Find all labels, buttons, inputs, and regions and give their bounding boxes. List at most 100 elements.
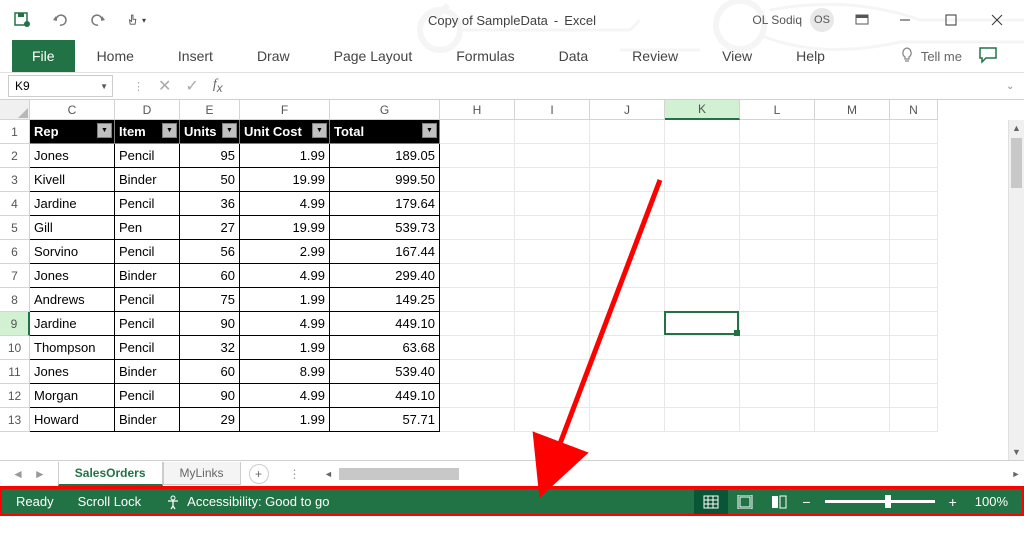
- tab-help[interactable]: Help: [774, 42, 847, 70]
- cell-H9[interactable]: [440, 312, 515, 336]
- scroll-thumb[interactable]: [1011, 138, 1022, 188]
- row-header-11[interactable]: 11: [0, 360, 30, 384]
- tab-data[interactable]: Data: [537, 42, 611, 70]
- cell-L3[interactable]: [740, 168, 815, 192]
- cell-K8[interactable]: [665, 288, 740, 312]
- cell-L6[interactable]: [740, 240, 815, 264]
- view-page-break-icon[interactable]: [762, 490, 796, 514]
- view-page-layout-icon[interactable]: [728, 490, 762, 514]
- cell-K2[interactable]: [665, 144, 740, 168]
- cell-K10[interactable]: [665, 336, 740, 360]
- cell-H5[interactable]: [440, 216, 515, 240]
- cell-D1[interactable]: Item▼: [115, 120, 180, 144]
- comments-icon[interactable]: [978, 46, 998, 67]
- cell-M1[interactable]: [815, 120, 890, 144]
- cell-F1[interactable]: Unit Cost▼: [240, 120, 330, 144]
- cell-M9[interactable]: [815, 312, 890, 336]
- cell-D3[interactable]: Binder: [115, 168, 180, 192]
- cell-H6[interactable]: [440, 240, 515, 264]
- cell-F12[interactable]: 4.99: [240, 384, 330, 408]
- cell-F11[interactable]: 8.99: [240, 360, 330, 384]
- row-header-10[interactable]: 10: [0, 336, 30, 360]
- cell-K1[interactable]: [665, 120, 740, 144]
- column-header-E[interactable]: E: [180, 100, 240, 120]
- cell-C5[interactable]: Gill: [30, 216, 115, 240]
- cell-E11[interactable]: 60: [180, 360, 240, 384]
- cell-L2[interactable]: [740, 144, 815, 168]
- cell-G13[interactable]: 57.71: [330, 408, 440, 432]
- cell-I1[interactable]: [515, 120, 590, 144]
- cell-J8[interactable]: [590, 288, 665, 312]
- chevron-down-icon[interactable]: ▼: [100, 82, 108, 91]
- cell-N12[interactable]: [890, 384, 938, 408]
- user-avatar[interactable]: OS: [810, 8, 834, 32]
- cell-C1[interactable]: Rep▼: [30, 120, 115, 144]
- cell-D6[interactable]: Pencil: [115, 240, 180, 264]
- cell-E7[interactable]: 60: [180, 264, 240, 288]
- cell-J10[interactable]: [590, 336, 665, 360]
- sheet-tab-active[interactable]: SalesOrders: [58, 462, 163, 486]
- cell-G11[interactable]: 539.40: [330, 360, 440, 384]
- zoom-level[interactable]: 100%: [975, 494, 1008, 509]
- cell-G9[interactable]: 449.10: [330, 312, 440, 336]
- cell-C13[interactable]: Howard: [30, 408, 115, 432]
- cell-M10[interactable]: [815, 336, 890, 360]
- save-icon[interactable]: [12, 10, 32, 30]
- enter-formula-icon[interactable]: ✓: [185, 76, 198, 96]
- cell-C12[interactable]: Morgan: [30, 384, 115, 408]
- cell-K13[interactable]: [665, 408, 740, 432]
- cell-I7[interactable]: [515, 264, 590, 288]
- cell-M12[interactable]: [815, 384, 890, 408]
- cell-M5[interactable]: [815, 216, 890, 240]
- cell-K7[interactable]: [665, 264, 740, 288]
- sheet-nav-prev-icon[interactable]: ◄: [12, 467, 24, 481]
- cell-F3[interactable]: 19.99: [240, 168, 330, 192]
- cell-N7[interactable]: [890, 264, 938, 288]
- cell-F5[interactable]: 19.99: [240, 216, 330, 240]
- filter-icon[interactable]: ▼: [222, 123, 237, 138]
- cell-I3[interactable]: [515, 168, 590, 192]
- cell-L10[interactable]: [740, 336, 815, 360]
- redo-icon[interactable]: [88, 10, 108, 30]
- cell-N2[interactable]: [890, 144, 938, 168]
- cell-E5[interactable]: 27: [180, 216, 240, 240]
- cell-H2[interactable]: [440, 144, 515, 168]
- column-header-F[interactable]: F: [240, 100, 330, 120]
- cell-D11[interactable]: Binder: [115, 360, 180, 384]
- tab-formulas[interactable]: Formulas: [434, 42, 536, 70]
- cell-N13[interactable]: [890, 408, 938, 432]
- cell-J13[interactable]: [590, 408, 665, 432]
- cell-D5[interactable]: Pen: [115, 216, 180, 240]
- column-header-D[interactable]: D: [115, 100, 180, 120]
- cell-F7[interactable]: 4.99: [240, 264, 330, 288]
- touch-mode-icon[interactable]: ▾: [126, 10, 146, 30]
- cell-C6[interactable]: Sorvino: [30, 240, 115, 264]
- cell-M8[interactable]: [815, 288, 890, 312]
- cell-E12[interactable]: 90: [180, 384, 240, 408]
- user-name[interactable]: OL Sodiq: [752, 13, 802, 27]
- tab-view[interactable]: View: [700, 42, 774, 70]
- cell-K6[interactable]: [665, 240, 740, 264]
- cell-C10[interactable]: Thompson: [30, 336, 115, 360]
- cell-L12[interactable]: [740, 384, 815, 408]
- zoom-slider[interactable]: [825, 500, 935, 503]
- expand-formula-bar-icon[interactable]: ⌄: [1006, 81, 1024, 92]
- cell-N10[interactable]: [890, 336, 938, 360]
- cell-H12[interactable]: [440, 384, 515, 408]
- cell-H8[interactable]: [440, 288, 515, 312]
- cell-J6[interactable]: [590, 240, 665, 264]
- cell-D9[interactable]: Pencil: [115, 312, 180, 336]
- cell-I8[interactable]: [515, 288, 590, 312]
- cell-C4[interactable]: Jardine: [30, 192, 115, 216]
- cell-G10[interactable]: 63.68: [330, 336, 440, 360]
- cell-L7[interactable]: [740, 264, 815, 288]
- cell-H7[interactable]: [440, 264, 515, 288]
- filter-icon[interactable]: ▼: [97, 123, 112, 138]
- cell-M3[interactable]: [815, 168, 890, 192]
- cell-H4[interactable]: [440, 192, 515, 216]
- tab-file[interactable]: File: [12, 40, 75, 72]
- cell-E4[interactable]: 36: [180, 192, 240, 216]
- cell-E3[interactable]: 50: [180, 168, 240, 192]
- vertical-scrollbar[interactable]: ▲ ▼: [1008, 120, 1024, 460]
- cell-I10[interactable]: [515, 336, 590, 360]
